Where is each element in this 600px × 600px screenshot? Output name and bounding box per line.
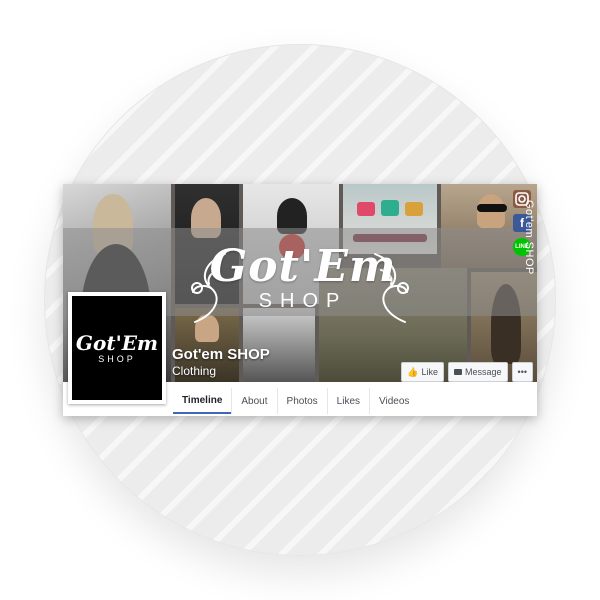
like-button[interactable]: 👍 Like: [401, 362, 445, 382]
tab-photos[interactable]: Photos: [276, 388, 327, 414]
thumbs-up-icon: 👍: [407, 366, 419, 377]
page-name[interactable]: Got'em SHOP: [172, 346, 270, 363]
page-actions: 👍 Like Message •••: [401, 362, 533, 382]
message-icon: [454, 369, 463, 375]
page-category[interactable]: Clothing: [172, 364, 216, 378]
more-button[interactable]: •••: [511, 362, 533, 382]
profile-picture[interactable]: Got'Em SHOP: [68, 292, 166, 404]
tab-about[interactable]: About: [231, 388, 276, 414]
message-label: Message: [465, 367, 502, 377]
tab-timeline[interactable]: Timeline: [173, 388, 232, 414]
message-button[interactable]: Message: [448, 362, 508, 382]
profile-logo-sub: SHOP: [98, 354, 136, 364]
tab-likes[interactable]: Likes: [326, 388, 369, 414]
tab-videos[interactable]: Videos: [369, 388, 418, 414]
profile-logo: Got'Em SHOP: [72, 296, 162, 400]
more-icon: •••: [517, 367, 527, 377]
cover-logo-word: Got'Em: [209, 241, 397, 292]
profile-logo-word: Got'Em: [75, 331, 159, 355]
cover-logo-sub: SHOP: [258, 290, 348, 312]
like-label: Like: [421, 367, 439, 377]
vertical-page-name: Got'em SHOP: [523, 200, 535, 275]
facebook-page-card: Got'Em SHOP f LINE Got'em SHOP Got'em SH…: [63, 184, 537, 416]
cover-logo: Got'Em SHOP: [183, 244, 423, 334]
page-tabs: Timeline About Photos Likes Videos: [173, 388, 418, 414]
